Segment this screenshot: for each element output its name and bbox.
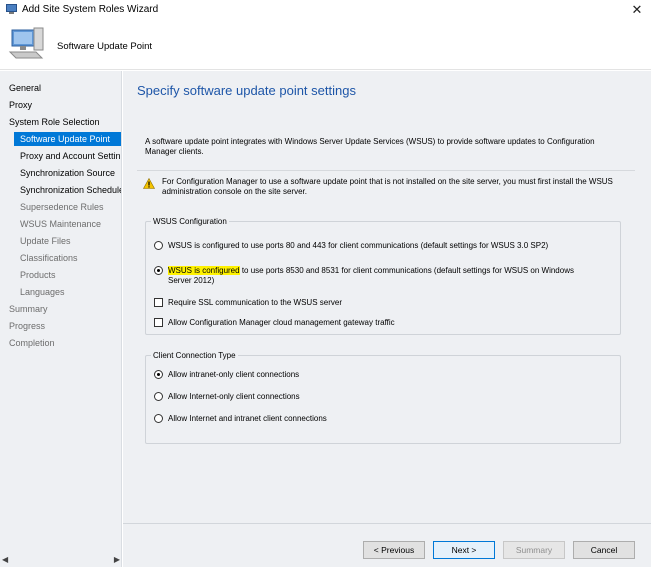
wsus-ports-8530-8531-option[interactable]: WSUS is configured to use ports 8530 and… [154,266,614,288]
warning-text: For Configuration Manager to use a softw… [162,177,613,196]
nav-item-synchronization-source[interactable]: Synchronization Source [20,166,115,180]
nav-item-products: Products [20,270,56,280]
wsus-ports-8530-8531-label: WSUS is configured to use ports 8530 and… [168,266,598,286]
wizard-nav: General Proxy System Role Selection Soft… [0,71,122,567]
footer-divider [123,523,651,524]
previous-button[interactable]: < Previous [363,541,425,559]
internet-and-intranet-option[interactable]: Allow Internet and intranet client conne… [154,414,454,426]
wsus-configuration-group: WSUS Configuration WSUS is configured to… [145,217,621,335]
wizard-banner: Software Update Point [0,20,651,70]
nav-item-proxy-account-settings[interactable]: Proxy and Account Settin [20,149,121,163]
wsus-configuration-legend: WSUS Configuration [151,217,229,226]
radio-internet-and-intranet[interactable] [154,414,163,423]
nav-item-supersedence-rules: Supersedence Rules [20,202,104,212]
cloud-gateway-label: Allow Configuration Manager cloud manage… [168,318,395,327]
intranet-only-option[interactable]: Allow intranet-only client connections [154,370,454,382]
warning-icon [143,178,155,189]
wsus-ports-80-443-option[interactable]: WSUS is configured to use ports 80 and 4… [154,241,614,253]
nav-item-classifications: Classifications [20,253,78,263]
title-bar: Add Site System Roles Wizard ✕ [0,0,651,20]
nav-item-software-update-point[interactable]: Software Update Point [14,132,121,146]
wizard-app-icon [6,4,17,14]
nav-horizontal-scrollbar[interactable]: ◀ ▶ [0,554,121,567]
cloud-gateway-option[interactable]: Allow Configuration Manager cloud manage… [154,318,614,330]
nav-item-synchronization-schedule[interactable]: Synchronization Schedule [20,183,121,197]
radio-intranet-only[interactable] [154,370,163,379]
nav-item-languages: Languages [20,287,65,297]
close-icon[interactable]: ✕ [629,2,645,18]
client-connection-type-group: Client Connection Type Allow intranet-on… [145,351,621,444]
nav-item-completion: Completion [9,338,55,348]
cloud-gateway-checkbox[interactable] [154,318,163,327]
client-connection-legend: Client Connection Type [151,351,238,360]
nav-item-wsus-maintenance: WSUS Maintenance [20,219,102,229]
nav-item-system-role-selection[interactable]: System Role Selection [9,115,100,129]
wsus-ports-80-443-label: WSUS is configured to use ports 80 and 4… [168,241,549,250]
cancel-button[interactable]: Cancel [573,541,635,559]
intro-text: A software update point integrates with … [145,137,595,156]
summary-button: Summary [503,541,565,559]
internet-only-label: Allow Internet-only client connections [168,392,300,401]
radio-internet-only[interactable] [154,392,163,401]
page-heading: Specify software update point settings [137,83,356,98]
nav-item-update-files: Update Files [20,236,71,246]
nav-item-summary: Summary [9,304,48,314]
require-ssl-checkbox[interactable] [154,298,163,307]
nav-item-progress: Progress [9,321,46,331]
scroll-left-icon[interactable]: ◀ [2,555,8,564]
nav-item-general[interactable]: General [9,81,41,95]
next-button[interactable]: Next > [433,541,495,559]
require-ssl-option[interactable]: Require SSL communication to the WSUS se… [154,298,614,310]
wizard-content: Specify software update point settings A… [123,71,651,567]
radio-ports-80-443[interactable] [154,241,163,250]
window-title: Add Site System Roles Wizard [22,4,159,15]
intranet-only-label: Allow intranet-only client connections [168,370,300,379]
internet-and-intranet-label: Allow Internet and intranet client conne… [168,414,327,423]
banner-title: Software Update Point [57,41,153,52]
scroll-right-icon[interactable]: ▶ [114,555,120,564]
computer-icon [8,27,44,59]
internet-only-option[interactable]: Allow Internet-only client connections [154,392,454,404]
radio-ports-8530-8531[interactable] [154,266,163,275]
require-ssl-label: Require SSL communication to the WSUS se… [168,298,342,307]
warning-message: For Configuration Manager to use a softw… [137,170,635,200]
highlighted-text: WSUS is configured [168,266,240,275]
nav-item-proxy[interactable]: Proxy [9,98,32,112]
